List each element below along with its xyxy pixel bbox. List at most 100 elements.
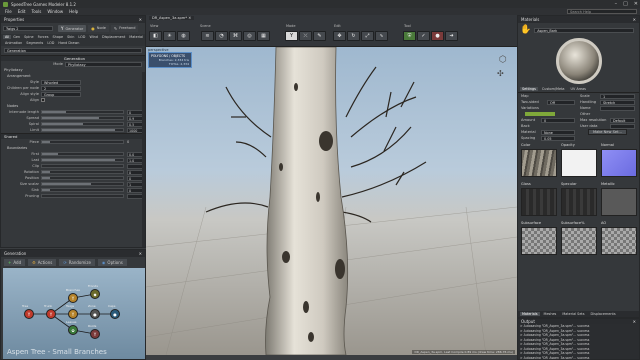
channel-thumb-specular[interactable] xyxy=(561,188,597,216)
tab-close-icon[interactable]: ✕ xyxy=(188,16,191,20)
user-data-field[interactable] xyxy=(610,123,635,129)
menu-file[interactable]: File xyxy=(5,9,12,14)
add-button[interactable]: + Add xyxy=(4,259,26,266)
close-button[interactable]: ✕ xyxy=(634,1,638,7)
nodes-slider[interactable] xyxy=(41,122,124,126)
tab-material[interactable]: Material xyxy=(127,35,145,39)
material-selector[interactable]: Aspen_Bark xyxy=(534,27,634,33)
variations-color-swatch[interactable] xyxy=(525,112,555,116)
nodes-slider[interactable] xyxy=(41,116,124,120)
nodes-slider[interactable] xyxy=(41,110,124,114)
tab-displacement[interactable]: Displacement xyxy=(100,35,127,39)
misc-slider[interactable] xyxy=(41,176,124,180)
mode-generator-icon[interactable]: Y xyxy=(285,31,298,41)
channel-thumb-gloss[interactable] xyxy=(521,188,557,216)
menu-help[interactable]: Help xyxy=(69,9,78,14)
mode-tab-node[interactable]: ● Node xyxy=(88,25,109,32)
menu-tools[interactable]: Tools xyxy=(31,9,41,14)
piece-slider[interactable] xyxy=(41,140,124,144)
view-light-icon[interactable]: ☀ xyxy=(163,31,176,41)
edit-rotate-icon[interactable]: ↻ xyxy=(347,31,360,41)
scene-collision-icon[interactable]: ◎ xyxy=(243,31,256,41)
boundaries-slider[interactable] xyxy=(41,164,124,168)
view-globe-icon[interactable]: ◍ xyxy=(177,31,190,41)
channel-thumb-normal[interactable] xyxy=(601,149,637,177)
graph-node-tree[interactable]: Y xyxy=(24,309,34,319)
tab-mat-settings[interactable]: Settings xyxy=(520,87,538,91)
view-camera-icon[interactable]: ◧ xyxy=(149,31,162,41)
channel-thumb-subsurface[interactable] xyxy=(561,227,597,255)
mode-select[interactable]: Phyllotaxy xyxy=(65,61,142,67)
tab-segments[interactable]: Segments xyxy=(24,41,45,45)
tool-leaf-icon[interactable]: ✓ xyxy=(417,31,430,41)
children-per-node-field[interactable]: 2 xyxy=(41,85,81,91)
tab-meshes[interactable]: Meshes xyxy=(542,312,559,316)
scene-grid-icon[interactable]: ▦ xyxy=(257,31,270,41)
generation-selector[interactable]: Generation xyxy=(4,48,142,53)
misc-slider[interactable] xyxy=(41,182,124,186)
mode-tab-freehand[interactable]: ✎ Freehand xyxy=(110,25,139,32)
tab-mat-custom[interactable]: Custom/Meta xyxy=(540,87,567,91)
tab-all[interactable]: All xyxy=(3,35,12,39)
tab-forces[interactable]: Forces xyxy=(36,35,51,39)
graph-node-branches[interactable]: Y xyxy=(68,293,78,303)
help-search-input[interactable]: Search Help xyxy=(567,9,637,14)
3d-viewport[interactable]: perspective POLYGONS / OBJECTS Branches:… xyxy=(146,47,517,355)
two-sided-select[interactable]: Off xyxy=(547,99,575,105)
tab-gen[interactable]: Gen xyxy=(11,35,22,39)
edit-bend-icon[interactable]: ∿ xyxy=(375,31,388,41)
options-button[interactable]: ◉ Options xyxy=(97,259,127,266)
misc-slider[interactable] xyxy=(41,188,124,192)
graph-node-twigs[interactable]: Y xyxy=(68,309,78,319)
edit-move-icon[interactable]: ✥ xyxy=(333,31,346,41)
name-field[interactable] xyxy=(600,105,635,111)
boundaries-slider[interactable] xyxy=(41,158,124,162)
maximize-button[interactable]: □ xyxy=(623,1,628,7)
graph-node-caps[interactable]: ● xyxy=(110,309,120,319)
tab-materials[interactable]: Materials xyxy=(520,312,540,316)
tab-animation[interactable]: Animation xyxy=(3,41,24,45)
minimize-button[interactable]: – xyxy=(615,1,618,7)
graph-node-leaves[interactable]: ✿ xyxy=(68,325,78,335)
channel-thumb-ao[interactable] xyxy=(601,227,637,255)
scene-wind-icon[interactable]: ≋ xyxy=(201,31,214,41)
graph-node-roots[interactable]: Y xyxy=(90,329,100,339)
tab-skin[interactable]: Skin xyxy=(65,35,76,39)
tool-record-icon[interactable]: ● xyxy=(431,31,444,41)
document-tab[interactable]: DR_Aspen_3a.spm* ✕ xyxy=(149,16,195,20)
tab-hand-drawn[interactable]: Hand Drawn xyxy=(56,41,81,45)
tool-shield-icon[interactable]: ⛨ xyxy=(403,31,416,41)
misc-slider[interactable] xyxy=(41,194,124,198)
max-res-select[interactable]: Default xyxy=(610,117,635,123)
channel-thumb-opacity[interactable] xyxy=(561,149,597,177)
generation-graph[interactable]: Y Tree Y Trunk Y Branches Y Twigs ✿ Leaves ◆ Fronds… xyxy=(3,268,145,359)
graph-node-zone[interactable]: ● xyxy=(90,309,100,319)
spacing-field[interactable]: 0.05 xyxy=(541,135,575,141)
actions-button[interactable]: ⚙ Actions xyxy=(28,259,57,266)
node-name-field[interactable]: Twigs 2 xyxy=(3,26,53,31)
scene-lod-icon[interactable]: ◔ xyxy=(215,31,228,41)
menu-edit[interactable]: Edit xyxy=(18,9,26,14)
align-style-select[interactable]: Group xyxy=(41,91,81,97)
tab-shape[interactable]: Shape xyxy=(51,35,66,39)
channel-thumb-subsurface[interactable] xyxy=(521,227,557,255)
randomize-button[interactable]: ⟳ Randomize xyxy=(59,259,95,266)
tab-spine[interactable]: Spine xyxy=(22,35,35,39)
style-select[interactable]: Whorled xyxy=(41,79,81,85)
tab-material-sets[interactable]: Material Sets xyxy=(560,312,586,316)
tab-mat-uv[interactable]: UV Areas xyxy=(568,87,587,91)
tab-displacements[interactable]: Displacements xyxy=(589,312,618,316)
mode-freehand-icon[interactable]: ✎ xyxy=(313,31,326,41)
uv-scale-field[interactable]: 1 xyxy=(600,93,635,99)
channel-thumb-metallic[interactable] xyxy=(601,188,637,216)
properties-scrollbar[interactable] xyxy=(142,72,145,247)
edit-scale-icon[interactable]: ⤢ xyxy=(361,31,374,41)
tab-lod[interactable]: LOD xyxy=(76,35,87,39)
graph-node-fronds[interactable]: ◆ xyxy=(90,289,100,299)
menu-window[interactable]: Window xyxy=(47,9,63,14)
scene-wire-icon[interactable]: ⌘ xyxy=(229,31,242,41)
align-checkbox[interactable] xyxy=(41,98,45,102)
nav-gizmo-icon[interactable]: ✣ xyxy=(497,69,507,79)
nodes-slider[interactable] xyxy=(41,128,124,132)
hand-icon[interactable]: ✋ xyxy=(520,25,531,35)
